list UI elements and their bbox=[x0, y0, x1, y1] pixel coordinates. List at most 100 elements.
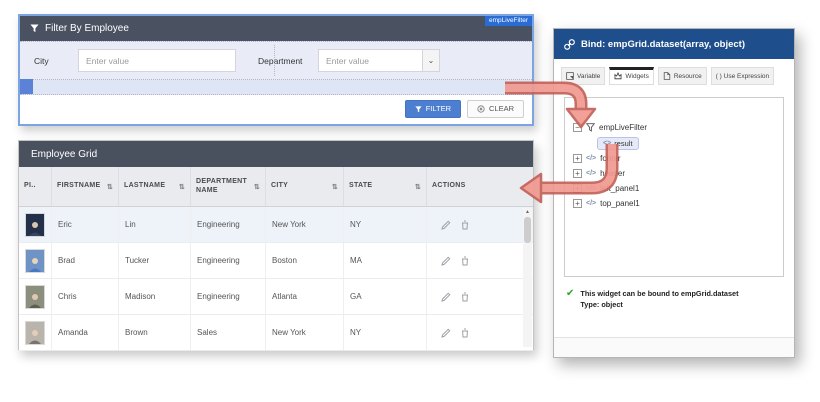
widget-tree: − empLiveFilter <> result + </> footer +… bbox=[564, 97, 784, 277]
edit-icon[interactable] bbox=[441, 220, 451, 230]
cell-lastname: Lin bbox=[119, 207, 191, 242]
table-row[interactable]: Eric Lin Engineering New York NY bbox=[19, 207, 533, 243]
filter-button-label: FILTER bbox=[426, 105, 451, 113]
delete-icon[interactable] bbox=[460, 220, 470, 230]
cell-department: Sales bbox=[191, 315, 266, 350]
city-label: City bbox=[34, 56, 78, 66]
filter-fields-row: City Department Enter value ⌄ bbox=[20, 41, 532, 80]
sort-icon[interactable]: ⇅ bbox=[254, 183, 260, 191]
person-icon bbox=[27, 256, 43, 272]
column-header-state[interactable]: STATE ⇅ bbox=[344, 167, 427, 206]
table-row[interactable]: Chris Madison Engineering Atlanta GA bbox=[19, 279, 533, 315]
employee-photo bbox=[25, 285, 45, 309]
table-row[interactable]: Amanda Brown Sales New York NY bbox=[19, 315, 533, 351]
variable-icon bbox=[566, 72, 574, 80]
tab-use-expression[interactable]: ( ) Use Expression bbox=[711, 67, 774, 85]
employee-photo bbox=[25, 213, 45, 237]
cell-state: NY bbox=[344, 315, 427, 350]
cell-department: Engineering bbox=[191, 279, 266, 314]
employee-photo bbox=[25, 321, 45, 345]
cell-firstname: Brad bbox=[52, 243, 119, 278]
cell-city: New York bbox=[266, 207, 344, 242]
employee-photo bbox=[25, 249, 45, 273]
edit-icon[interactable] bbox=[441, 256, 451, 266]
cell-lastname: Brown bbox=[119, 315, 191, 350]
code-icon: </> bbox=[586, 155, 596, 162]
delete-icon[interactable] bbox=[460, 292, 470, 302]
expand-icon[interactable]: + bbox=[573, 154, 582, 163]
tree-item-top-panel[interactable]: + </> top_panel1 bbox=[573, 196, 775, 211]
table-row[interactable]: Brad Tucker Engineering Boston MA bbox=[19, 243, 533, 279]
sort-icon[interactable]: ⇅ bbox=[107, 183, 113, 191]
sort-icon[interactable]: ⇅ bbox=[332, 183, 338, 191]
scroll-up-icon[interactable]: ▲ bbox=[525, 208, 530, 216]
filter-button[interactable]: FILTER bbox=[405, 100, 461, 118]
cell-city: Atlanta bbox=[266, 279, 344, 314]
expand-icon[interactable]: + bbox=[573, 184, 582, 193]
filter-panel-title: Filter By Employee bbox=[45, 23, 129, 34]
widget-name-badge: empLiveFilter bbox=[485, 16, 532, 26]
tree-item-result[interactable]: <> result bbox=[597, 137, 639, 150]
code-icon: </> bbox=[586, 200, 596, 207]
bind-dialog-title: Bind: empGrid.dataset(array, object) bbox=[581, 39, 745, 50]
column-header-firstname[interactable]: FIRSTNAME ⇅ bbox=[52, 167, 119, 206]
tab-widgets[interactable]: Widgets bbox=[609, 67, 653, 85]
grid-scrollbar[interactable]: ▲ bbox=[523, 208, 532, 347]
tree-item-header[interactable]: + </> header bbox=[573, 166, 775, 181]
department-select-value: Enter value bbox=[326, 56, 369, 66]
drag-handle[interactable] bbox=[20, 79, 33, 94]
clear-button-label: CLEAR bbox=[489, 105, 514, 113]
check-icon: ✔ bbox=[566, 289, 574, 299]
tree-item-emplivefilter[interactable]: − empLiveFilter bbox=[573, 120, 775, 135]
widgets-icon bbox=[614, 72, 622, 80]
tab-resource[interactable]: Resource bbox=[658, 67, 707, 85]
code-icon: <> bbox=[603, 140, 611, 147]
bind-dialog-footer bbox=[554, 337, 794, 357]
edit-icon[interactable] bbox=[441, 328, 451, 338]
filter-panel: Filter By Employee empLiveFilter City De… bbox=[18, 14, 534, 126]
filter-button-funnel-icon bbox=[415, 106, 422, 113]
column-header-city[interactable]: CITY ⇅ bbox=[266, 167, 344, 206]
department-select[interactable]: Enter value ⌄ bbox=[318, 49, 440, 72]
grid-column-headers: PI.. FIRSTNAME ⇅ LASTNAME ⇅ DEPARTMENT N… bbox=[19, 167, 533, 207]
collapse-icon[interactable]: − bbox=[573, 123, 582, 132]
filter-funnel-icon bbox=[30, 24, 39, 33]
delete-icon[interactable] bbox=[460, 256, 470, 266]
tree-item-footer[interactable]: + </> footer bbox=[573, 151, 775, 166]
clear-icon bbox=[477, 105, 485, 113]
grid-title: Employee Grid bbox=[31, 149, 97, 160]
department-label: Department bbox=[258, 56, 318, 66]
tab-variable[interactable]: Variable bbox=[561, 67, 605, 85]
resource-icon bbox=[663, 72, 671, 80]
cell-lastname: Tucker bbox=[119, 243, 191, 278]
sort-icon[interactable]: ⇅ bbox=[415, 183, 421, 191]
studio-canvas: Filter By Employee empLiveFilter City De… bbox=[0, 0, 820, 402]
cell-firstname: Eric bbox=[52, 207, 119, 242]
cell-firstname: Chris bbox=[52, 279, 119, 314]
sort-icon[interactable]: ⇅ bbox=[179, 183, 185, 191]
column-header-actions: ACTIONS bbox=[427, 167, 533, 206]
cell-city: New York bbox=[266, 315, 344, 350]
scrollbar-thumb[interactable] bbox=[524, 217, 531, 243]
clear-button[interactable]: CLEAR bbox=[467, 100, 524, 118]
cell-state: MA bbox=[344, 243, 427, 278]
filter-panel-header: Filter By Employee empLiveFilter bbox=[20, 16, 532, 41]
field-divider bbox=[274, 45, 275, 76]
grid-title-bar: Employee Grid bbox=[19, 141, 533, 167]
bind-dialog-header: Bind: empGrid.dataset(array, object) bbox=[554, 29, 794, 59]
column-header-department[interactable]: DEPARTMENT NAME ⇅ bbox=[191, 167, 266, 206]
edit-icon[interactable] bbox=[441, 292, 451, 302]
delete-icon[interactable] bbox=[460, 328, 470, 338]
chevron-down-icon[interactable]: ⌄ bbox=[422, 50, 439, 71]
column-header-lastname[interactable]: LASTNAME ⇅ bbox=[119, 167, 191, 206]
city-input[interactable] bbox=[78, 49, 236, 72]
expand-icon[interactable]: + bbox=[573, 199, 582, 208]
cell-department: Engineering bbox=[191, 207, 266, 242]
tree-item-left-panel[interactable]: + </> left_panel1 bbox=[573, 181, 775, 196]
column-header-picture[interactable]: PI.. bbox=[19, 167, 52, 206]
person-icon bbox=[27, 292, 43, 308]
bind-message-line1: This widget can be bound to empGrid.data… bbox=[580, 289, 738, 300]
bind-status-message: ✔ This widget can be bound to empGrid.da… bbox=[554, 283, 794, 311]
employee-grid-panel: Employee Grid PI.. FIRSTNAME ⇅ LASTNAME … bbox=[18, 140, 534, 350]
expand-icon[interactable]: + bbox=[573, 169, 582, 178]
